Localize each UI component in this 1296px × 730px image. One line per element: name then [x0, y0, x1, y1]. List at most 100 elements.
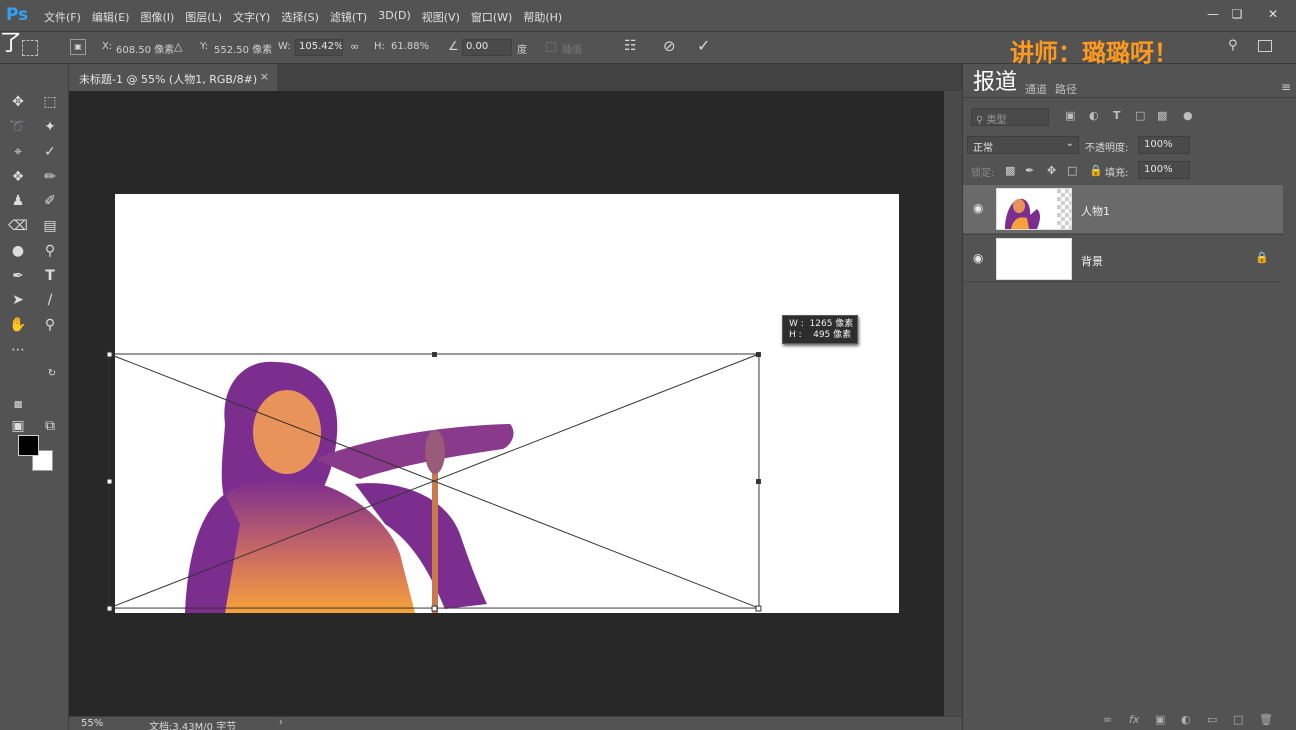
- swap-colors-icon[interactable]: ↻: [42, 364, 62, 384]
- status-menu-arrow[interactable]: ›: [279, 717, 283, 728]
- zoom-level[interactable]: 55%: [81, 718, 103, 729]
- healing-tool-icon[interactable]: ❖: [8, 167, 28, 187]
- opacity-field[interactable]: 100%: [1138, 136, 1190, 154]
- new-group-icon[interactable]: ▭: [1207, 713, 1217, 726]
- layer-thumbnail-person: [996, 188, 1072, 230]
- blend-mode-select[interactable]: 正常 ⌄: [967, 136, 1079, 154]
- x-field[interactable]: 608.50 像素: [116, 41, 174, 56]
- lock-label: 锁定:: [971, 168, 995, 179]
- canvas-workspace[interactable]: W : 1265 像素 H : 495 像素: [69, 91, 944, 716]
- screen-mode-icon[interactable]: ⧉: [40, 416, 60, 436]
- menu-image[interactable]: 图像(I): [140, 9, 174, 25]
- commit-icon[interactable]: ✓: [697, 36, 710, 55]
- layer-row-background[interactable]: ◉ 背景 🔒: [963, 234, 1283, 282]
- blur-tool-icon[interactable]: ●: [8, 241, 28, 261]
- workspace-icon[interactable]: [1258, 40, 1272, 52]
- hand-tool-icon[interactable]: ✋: [8, 315, 28, 335]
- eraser-tool-icon[interactable]: ⌫: [8, 216, 28, 236]
- menu-help[interactable]: 帮助(H): [523, 9, 562, 25]
- brush-tool-icon[interactable]: ✏: [40, 167, 60, 187]
- filter-smart-object-icon[interactable]: ▩: [1157, 109, 1167, 122]
- w-label: W:: [278, 41, 291, 52]
- lock-all-icon[interactable]: 🔒: [1089, 164, 1103, 177]
- document-size: 文档:3.43M/0 字节: [149, 722, 237, 730]
- angle-field[interactable]: 0.00: [462, 39, 512, 56]
- history-brush-tool-icon[interactable]: ✐: [40, 191, 60, 211]
- menu-edit[interactable]: 编辑(E): [92, 9, 130, 25]
- cancel-icon[interactable]: ⊘: [663, 37, 676, 55]
- delta-icon[interactable]: △: [174, 40, 182, 53]
- pen-tool-icon[interactable]: ✒: [8, 266, 28, 286]
- tools-panel: ✥ ⬚ ➰ ✦ ⌖ ✓ ❖ ✏ ♟ ✐ ⌫ ▤ ● ⚲ ✒ T ➤ ∕ ✋ ⚲ …: [0, 64, 69, 730]
- foreground-color-swatch[interactable]: [18, 435, 39, 456]
- close-icon[interactable]: ✕: [1264, 5, 1282, 23]
- transform-tool-icon[interactable]: [22, 40, 38, 56]
- eyedropper-tool-icon[interactable]: ✓: [40, 142, 60, 162]
- panel-menu-icon[interactable]: ≡: [1281, 80, 1291, 94]
- default-colors-icon[interactable]: ▩: [8, 395, 28, 415]
- layer-name-background[interactable]: 背景: [1081, 253, 1103, 269]
- filter-type-icon[interactable]: T: [1113, 109, 1121, 122]
- link-icon[interactable]: ∞: [350, 40, 359, 53]
- line-tool-icon[interactable]: ∕: [40, 290, 60, 310]
- menu-filter[interactable]: 滤镜(T): [330, 9, 367, 25]
- free-transform-box[interactable]: [104, 351, 764, 612]
- menu-select[interactable]: 选择(S): [281, 9, 319, 25]
- filter-toggle-icon[interactable]: ●: [1183, 109, 1193, 122]
- delete-layer-icon[interactable]: 🗑: [1259, 713, 1273, 726]
- layer-name-person[interactable]: 人物1: [1081, 203, 1110, 219]
- menu-file[interactable]: 文件(F): [44, 9, 81, 25]
- lock-position-icon[interactable]: ✥: [1047, 164, 1056, 177]
- adjustment-layer-icon[interactable]: ◐: [1181, 713, 1191, 726]
- layer-style-icon[interactable]: fx: [1129, 713, 1139, 726]
- document-title: 未标题-1 @ 55% (人物1, RGB/8#): [79, 73, 258, 86]
- menu-view[interactable]: 视图(V): [422, 9, 460, 25]
- restore-icon[interactable]: ❏: [1228, 5, 1246, 23]
- filter-shape-icon[interactable]: □: [1135, 109, 1145, 122]
- reference-point-icon[interactable]: ▣: [70, 39, 86, 55]
- visibility-eye-icon[interactable]: ◉: [973, 251, 983, 265]
- menu-type[interactable]: 文字(Y): [233, 9, 270, 25]
- interpolation-checkbox[interactable]: [546, 42, 556, 52]
- w-field[interactable]: 105.42%: [295, 39, 343, 56]
- tooltip-width: W : 1265 像素: [789, 319, 854, 329]
- marquee-tool-icon[interactable]: ⬚: [40, 92, 60, 112]
- visibility-eye-icon[interactable]: ◉: [973, 201, 983, 215]
- quick-mask-icon[interactable]: ▣: [8, 416, 28, 436]
- layer-row-person[interactable]: ◉ 人物1: [963, 185, 1283, 233]
- minimize-icon[interactable]: —: [1204, 5, 1222, 23]
- menu-layer[interactable]: 图层(L): [185, 9, 222, 25]
- tab-channels[interactable]: 通道: [1025, 81, 1047, 97]
- menu-window[interactable]: 窗口(W): [471, 9, 512, 25]
- lasso-tool-icon[interactable]: ➰: [8, 117, 28, 137]
- warp-icon[interactable]: ☷: [624, 38, 637, 54]
- stamp-tool-icon[interactable]: ♟: [8, 191, 28, 211]
- lock-artboard-icon[interactable]: □: [1067, 164, 1077, 177]
- new-layer-icon[interactable]: □: [1233, 713, 1243, 726]
- document-tab[interactable]: 未标题-1 @ 55% (人物1, RGB/8#) ×: [69, 64, 277, 91]
- gradient-tool-icon[interactable]: ▤: [40, 216, 60, 236]
- type-tool-icon[interactable]: T: [40, 266, 60, 286]
- path-selection-tool-icon[interactable]: ➤: [8, 290, 28, 310]
- h-field[interactable]: 61.88%: [391, 41, 429, 52]
- magic-wand-tool-icon[interactable]: ✦: [40, 117, 60, 137]
- dodge-tool-icon[interactable]: ⚲: [40, 241, 60, 261]
- more-tools-icon[interactable]: ⋯: [8, 340, 28, 360]
- vertical-scrollbar[interactable]: [944, 91, 962, 716]
- search-icon[interactable]: ⚲: [1228, 38, 1238, 53]
- link-layers-icon[interactable]: ∞: [1103, 713, 1112, 726]
- menu-3d[interactable]: 3D(D): [378, 9, 411, 25]
- zoom-tool-icon[interactable]: ⚲: [40, 315, 60, 335]
- lock-pixels-icon[interactable]: ✒: [1025, 164, 1034, 177]
- layer-filter-select[interactable]: ⚲ 类型: [971, 108, 1049, 126]
- add-mask-icon[interactable]: ▣: [1155, 713, 1165, 726]
- move-tool-icon[interactable]: ✥: [8, 92, 28, 112]
- close-tab-icon[interactable]: ×: [260, 70, 269, 83]
- y-field[interactable]: 552.50 像素: [214, 41, 272, 56]
- fill-field[interactable]: 100%: [1138, 161, 1190, 179]
- lock-transparent-icon[interactable]: ▩: [1005, 164, 1015, 177]
- tab-paths[interactable]: 路径: [1055, 81, 1077, 97]
- filter-adjustment-icon[interactable]: ◐: [1089, 109, 1099, 122]
- crop-tool-icon[interactable]: ⌖: [8, 142, 28, 162]
- filter-pixel-icon[interactable]: ▣: [1065, 109, 1075, 122]
